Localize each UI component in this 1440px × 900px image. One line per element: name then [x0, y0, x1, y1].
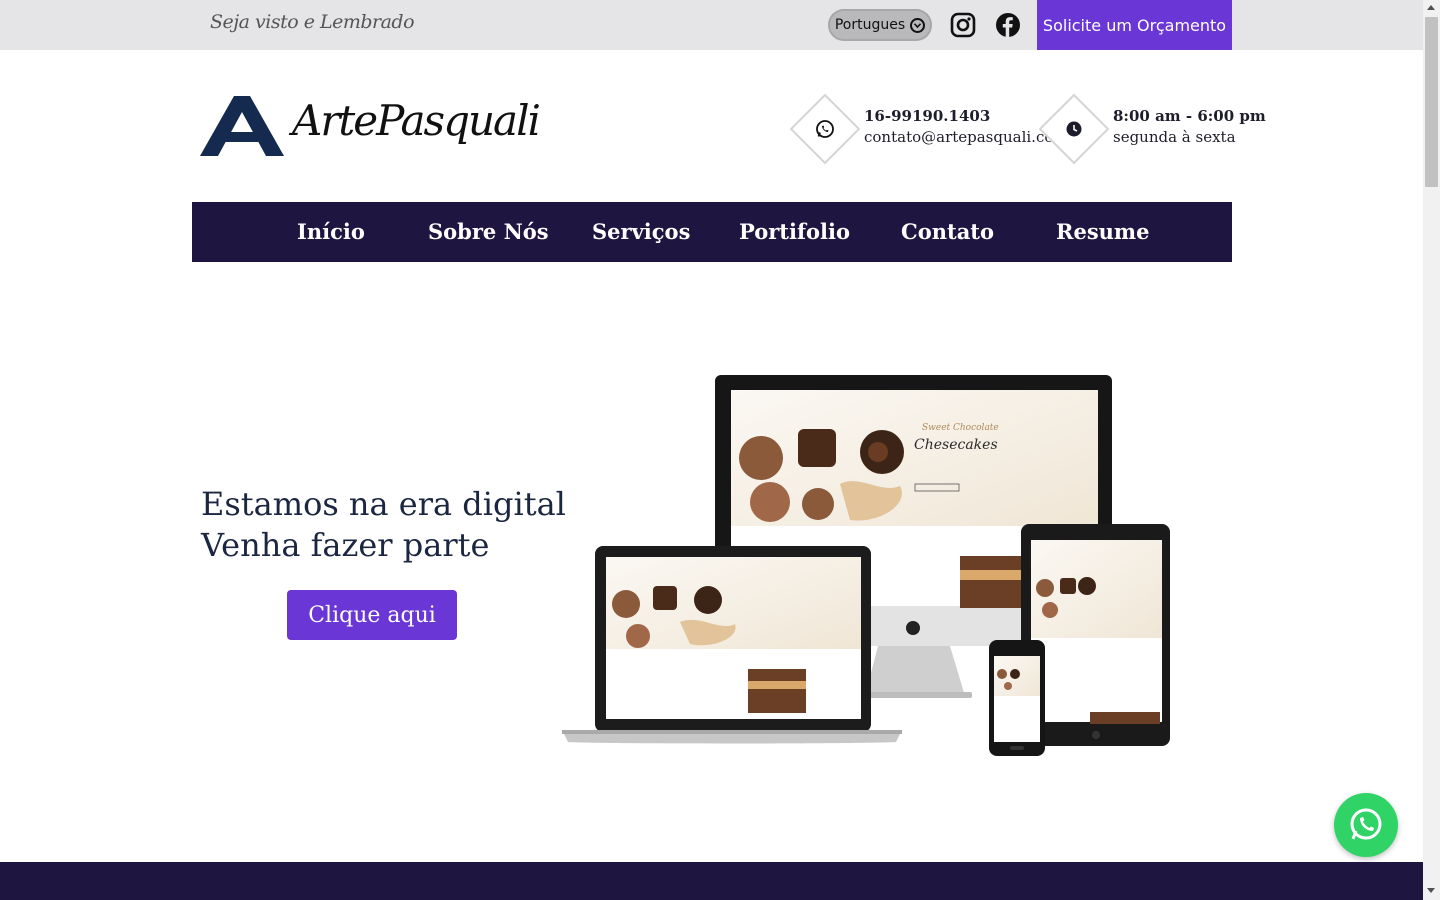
mockup-large-heading: Chesecakes — [914, 437, 998, 453]
responsive-devices-mockup: Sweet Chocolate Chesecakes — [560, 374, 1180, 768]
logo-text[interactable]: ArtePasquali — [292, 96, 541, 145]
request-quote-button[interactable]: Solicite um Orçamento — [1037, 0, 1232, 50]
nav-item-resume[interactable]: Resume — [1056, 202, 1150, 262]
scroll-thumb[interactable] — [1425, 17, 1438, 187]
phone-number[interactable]: 16-99190.1403 — [864, 106, 1068, 127]
business-hours: 8:00 am - 6:00 pm — [1113, 107, 1266, 125]
hero-line-1: Estamos na era digital — [201, 485, 566, 523]
logo-mark[interactable] — [200, 92, 284, 162]
hours-contact: 8:00 am - 6:00 pm segunda à sexta — [1038, 93, 1266, 165]
hero-line-2: Venha fazer parte — [201, 526, 490, 564]
hero-title: Estamos na era digital Venha fazer parte — [201, 484, 566, 566]
nav-item-portifolio[interactable]: Portifolio — [739, 202, 850, 262]
nav-item-contato[interactable]: Contato — [901, 202, 994, 262]
phone-contact: 16-99190.1403 contato@artepasquali.com — [789, 93, 1068, 165]
hours-diamond — [1038, 93, 1110, 165]
tagline: Seja visto e Lembrado — [210, 11, 415, 33]
language-label: Portugues — [834, 17, 906, 33]
chevron-down-icon — [910, 17, 926, 33]
scroll-up-arrow[interactable] — [1427, 5, 1435, 10]
hero-cta-button[interactable]: Clique aqui — [287, 590, 457, 640]
footer-band — [0, 862, 1423, 900]
mockup-small-heading: Sweet Chocolate — [922, 423, 999, 433]
phone-diamond — [789, 93, 861, 165]
whatsapp-icon — [1350, 808, 1382, 840]
nav-item-sobre-nos[interactable]: Sobre Nós — [428, 202, 549, 262]
facebook-icon[interactable] — [995, 12, 1021, 38]
scroll-down-arrow[interactable] — [1427, 888, 1435, 893]
whatsapp-float-button[interactable] — [1334, 793, 1398, 857]
nav-item-servicos[interactable]: Serviços — [592, 202, 690, 262]
business-days: segunda à sexta — [1113, 128, 1236, 146]
nav-item-inicio[interactable]: Início — [297, 202, 365, 262]
whatsapp-icon — [816, 120, 834, 138]
main-nav: Início Sobre Nós Serviços Portifolio Con… — [192, 202, 1232, 262]
top-bar: Seja visto e Lembrado Portugues Solicite… — [0, 0, 1423, 50]
page-scrollbar[interactable] — [1423, 0, 1440, 900]
clock-icon — [1066, 121, 1082, 137]
language-select[interactable]: Portugues — [828, 9, 932, 41]
email-address[interactable]: contato@artepasquali.com — [864, 127, 1068, 148]
instagram-icon[interactable] — [950, 12, 976, 38]
